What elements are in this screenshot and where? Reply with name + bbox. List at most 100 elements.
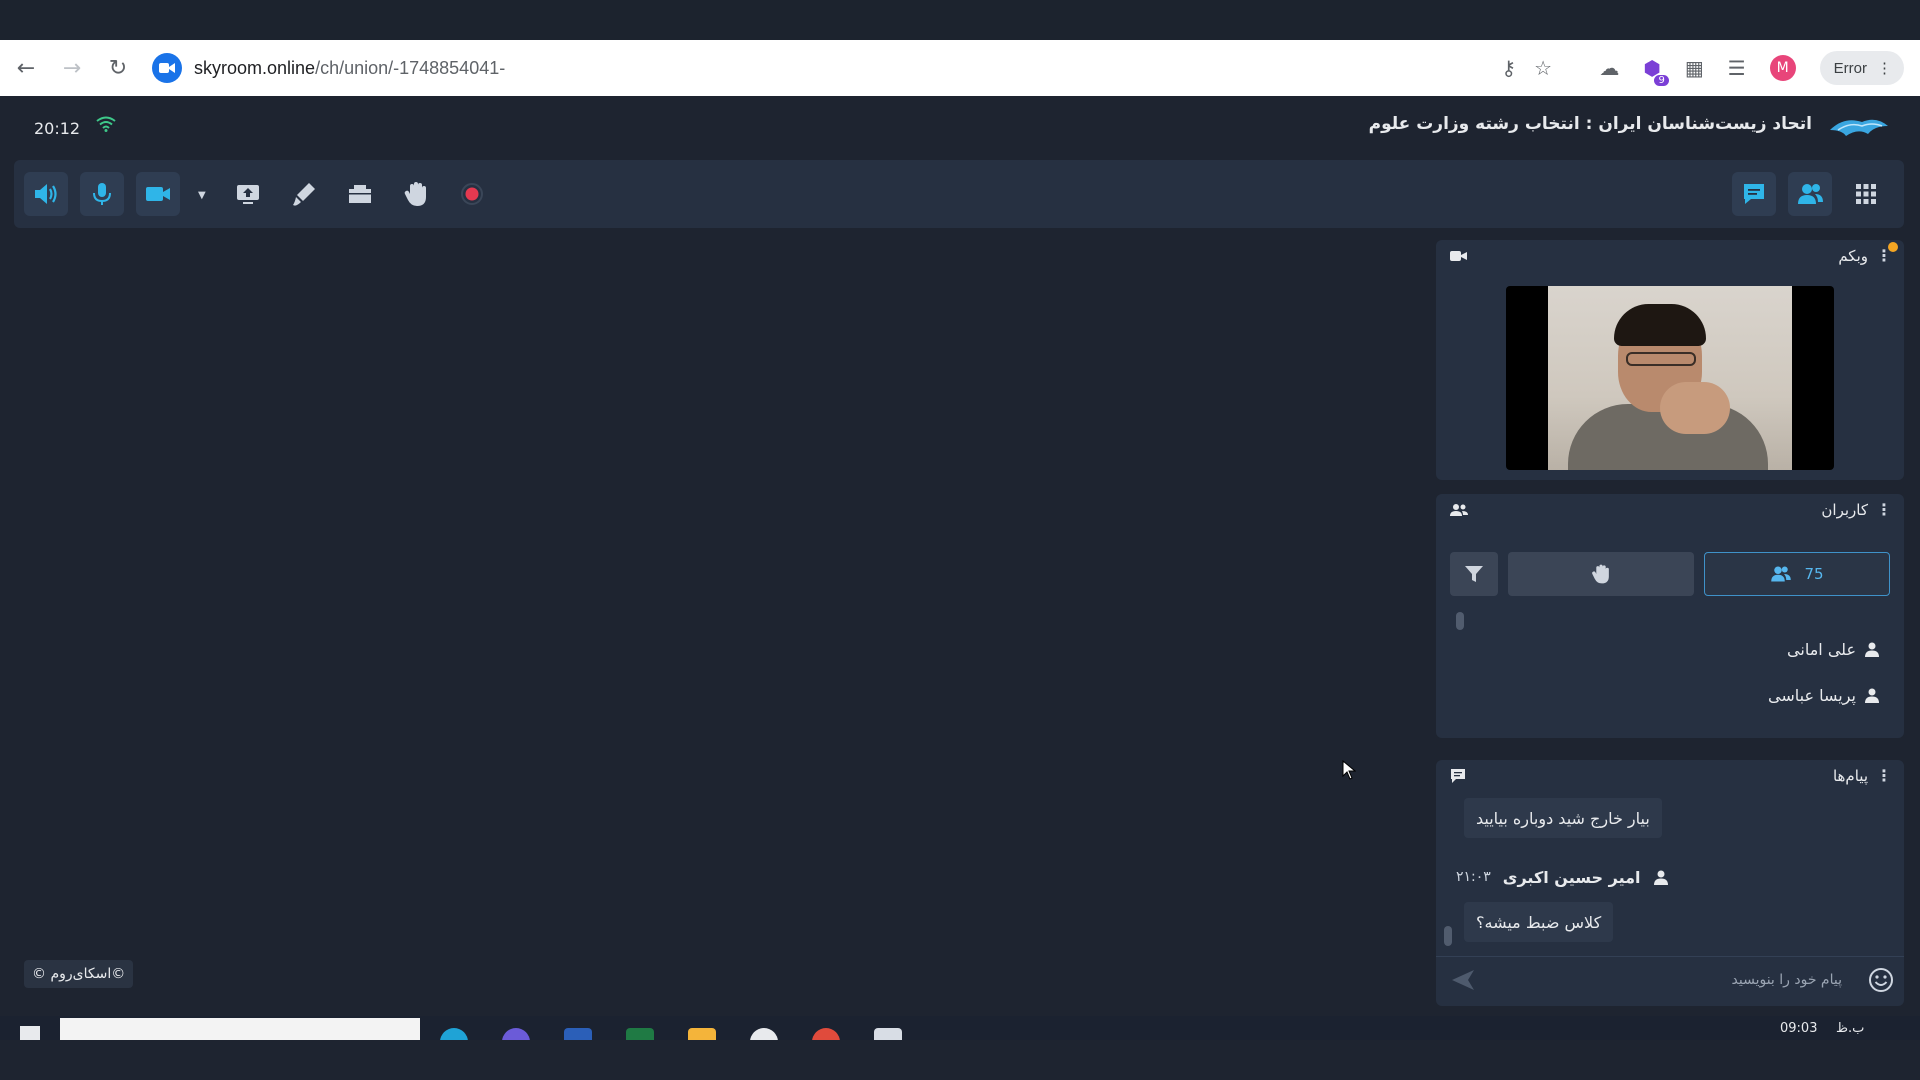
files-button[interactable] bbox=[338, 172, 382, 216]
filter-icon bbox=[1465, 566, 1483, 582]
webcam-feed bbox=[1548, 286, 1792, 470]
windows-start-icon[interactable] bbox=[20, 1026, 40, 1040]
message-compose bbox=[1436, 956, 1904, 1002]
message-bubble: کلاس ضبط میشه؟ bbox=[1464, 902, 1614, 942]
webcam-person-glasses bbox=[1626, 352, 1696, 366]
raise-hand-button[interactable] bbox=[394, 172, 438, 216]
all-users-filter-button[interactable]: 75 bbox=[1704, 552, 1890, 596]
taskbar-search-box[interactable] bbox=[60, 1018, 420, 1040]
extension-badge: 9 bbox=[1654, 75, 1669, 86]
users-icon bbox=[1798, 184, 1823, 204]
users-list[interactable]: علی امانی پریسا عباسی bbox=[1450, 598, 1890, 728]
cloud-extension-icon[interactable]: ☁ bbox=[1599, 56, 1619, 80]
user-avatar-icon bbox=[1865, 642, 1879, 657]
speaker-button[interactable] bbox=[24, 172, 68, 216]
messages-panel-title: پیام‌ها bbox=[1832, 767, 1868, 785]
chrome-app-icon[interactable] bbox=[812, 1028, 840, 1040]
word-app-icon[interactable] bbox=[564, 1028, 592, 1040]
reload-icon[interactable]: ↻ bbox=[98, 48, 138, 88]
speaker-icon bbox=[35, 184, 57, 204]
paint-app-icon[interactable] bbox=[750, 1028, 778, 1040]
taskbar-clock[interactable]: 09:03 bbox=[1780, 1021, 1817, 1036]
users-panel: کاربران ⋮ 75 علی امانی پریسا عباسی bbox=[1436, 494, 1904, 738]
address-bar[interactable]: skyroom.online/ch/union/-1748854041- ⚷ ☆ bbox=[152, 50, 1552, 86]
bookmark-star-icon[interactable]: ☆ bbox=[1534, 56, 1552, 80]
address-bar-actions: ⚷ ☆ bbox=[1501, 50, 1552, 86]
site-info-icon[interactable] bbox=[152, 53, 182, 83]
microphone-icon bbox=[93, 183, 111, 205]
calculator-app-icon[interactable] bbox=[874, 1028, 902, 1040]
emoji-icon bbox=[1869, 968, 1893, 992]
webcam-panel-title: وبکم bbox=[1838, 247, 1868, 265]
extensions-puzzle-icon[interactable]: ▦ bbox=[1685, 56, 1704, 80]
messages-panel-icon bbox=[1450, 768, 1466, 788]
error-label: Error bbox=[1833, 59, 1867, 77]
share-screen-button[interactable] bbox=[226, 172, 270, 216]
extension-icon[interactable]: ⬢ 9 bbox=[1643, 56, 1669, 86]
users-panel-title: کاربران bbox=[1821, 501, 1868, 519]
users-panel-menu-icon[interactable]: ⋮ bbox=[1876, 500, 1892, 519]
users-panel-header: کاربران ⋮ bbox=[1436, 494, 1904, 528]
url-host: skyroom.online bbox=[194, 57, 316, 78]
message-header: امیر حسین اکبری ۲۱:۰۳ bbox=[1456, 862, 1669, 892]
webcam-panel-header: وبکم ⋮ bbox=[1436, 240, 1904, 274]
send-button[interactable] bbox=[1450, 968, 1476, 996]
camera-button[interactable] bbox=[136, 172, 180, 216]
app-window: ← → ↻ skyroom.online/ch/union/-174885404… bbox=[0, 0, 1920, 1080]
messages-scrollbar[interactable] bbox=[1444, 926, 1452, 946]
url-text: skyroom.online/ch/union/-1748854041- bbox=[194, 58, 505, 79]
raise-hand-icon bbox=[404, 182, 426, 206]
error-menu-button[interactable]: Error ⋮ bbox=[1819, 51, 1904, 85]
user-list-item[interactable]: علی امانی bbox=[1787, 634, 1880, 664]
whiteboard-button[interactable] bbox=[282, 172, 326, 216]
microphone-button[interactable] bbox=[80, 172, 124, 216]
user-name: علی امانی bbox=[1787, 639, 1856, 659]
users-icon bbox=[1771, 566, 1792, 582]
folder-app-icon[interactable] bbox=[688, 1028, 716, 1040]
user-avatar-icon bbox=[1865, 688, 1879, 703]
chat-toggle-button[interactable] bbox=[1732, 172, 1776, 216]
taskbar-date[interactable]: ب.ظ bbox=[1836, 1021, 1864, 1036]
raise-hand-icon bbox=[1592, 564, 1609, 584]
webcam-person-hand bbox=[1660, 382, 1730, 434]
users-filter-button[interactable] bbox=[1450, 552, 1498, 596]
os-taskbar: 09:03 ب.ظ bbox=[0, 1016, 1920, 1040]
browser-actions: ☁ ⬢ 9 ▦ ☰ M Error ⋮ bbox=[1599, 50, 1904, 86]
connection-wifi-icon bbox=[96, 116, 116, 137]
emoji-button[interactable] bbox=[1868, 967, 1894, 997]
edge-app-icon[interactable] bbox=[440, 1028, 468, 1040]
copilot-app-icon[interactable] bbox=[502, 1028, 530, 1040]
back-icon[interactable]: ← bbox=[6, 48, 46, 88]
bottom-letterbox bbox=[0, 1040, 1920, 1080]
users-filter-bar: 75 bbox=[1450, 552, 1890, 596]
whiteboard-icon bbox=[293, 183, 315, 206]
skyroom-watermark: ©اسکای‌روم © bbox=[24, 960, 134, 988]
webcam-video[interactable] bbox=[1506, 286, 1834, 470]
user-list-item[interactable]: پریسا عباسی bbox=[1768, 680, 1880, 710]
profile-avatar[interactable]: M bbox=[1769, 55, 1796, 81]
webcam-panel-icon bbox=[1450, 248, 1468, 267]
raised-hands-filter-button[interactable] bbox=[1508, 552, 1694, 596]
layout-grid-button[interactable] bbox=[1844, 172, 1888, 216]
messages-list[interactable]: بیار خارج شید دوباره بیایید امیر حسین اک… bbox=[1444, 794, 1896, 954]
grid-icon bbox=[1856, 184, 1876, 204]
excel-app-icon[interactable] bbox=[626, 1028, 654, 1040]
meeting-toolbar: ▼ bbox=[14, 160, 1904, 228]
messages-panel: پیام‌ها ⋮ بیار خارج شید دوباره بیایید ام… bbox=[1436, 760, 1904, 1006]
send-icon bbox=[1452, 970, 1474, 990]
media-control-icon[interactable]: ☰ bbox=[1728, 56, 1746, 80]
webcam-person-hair bbox=[1614, 304, 1706, 346]
message-input[interactable] bbox=[1492, 963, 1842, 997]
session-clock: 20:12 bbox=[34, 119, 81, 138]
record-button[interactable] bbox=[450, 172, 494, 216]
users-list-scrollbar[interactable] bbox=[1456, 612, 1464, 630]
message-bubble: بیار خارج شید دوباره بیایید bbox=[1464, 798, 1662, 838]
users-count: 75 bbox=[1804, 565, 1824, 583]
password-key-icon[interactable]: ⚷ bbox=[1501, 56, 1516, 80]
message-author[interactable]: امیر حسین اکبری bbox=[1503, 868, 1641, 887]
messages-panel-menu-icon[interactable]: ⋮ bbox=[1876, 766, 1892, 785]
camera-dropdown-chevron-icon[interactable]: ▼ bbox=[198, 190, 206, 201]
forward-icon[interactable]: → bbox=[52, 48, 92, 88]
users-toggle-button[interactable] bbox=[1788, 172, 1832, 216]
user-avatar-icon bbox=[1653, 870, 1668, 885]
